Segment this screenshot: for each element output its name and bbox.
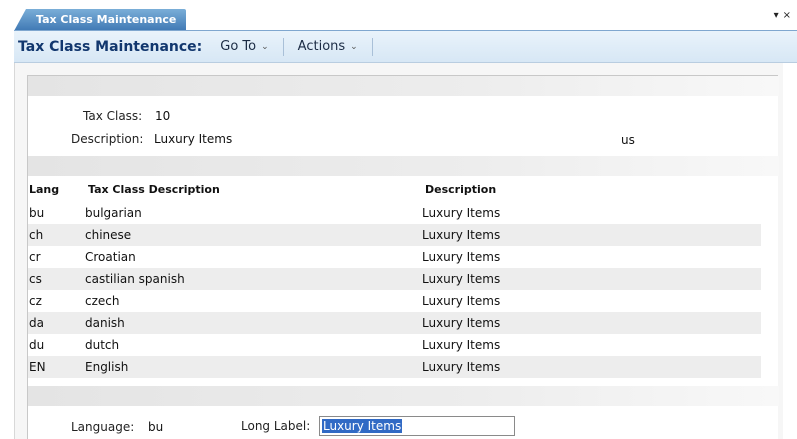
long-label-input[interactable]: Luxury Items — [319, 416, 515, 436]
close-icon[interactable]: × — [783, 10, 795, 21]
cell-tax-class-description: chinese — [85, 228, 132, 242]
cell-description: Luxury Items — [422, 338, 501, 352]
table-row[interactable]: cr Croatian Luxury Items — [28, 246, 761, 268]
toolbar-separator — [371, 37, 373, 56]
cell-tax-class-description: czech — [85, 294, 120, 308]
actions-menu[interactable]: Actions ⌄ — [298, 31, 372, 62]
window-controls: ▾× — [774, 10, 795, 21]
cell-lang: cz — [29, 294, 42, 308]
dropdown-arrow-icon[interactable]: ▾ — [774, 10, 783, 21]
section-band-middle — [28, 156, 779, 176]
cell-description: Luxury Items — [422, 272, 501, 286]
cell-lang: cr — [29, 250, 41, 264]
tab-tax-class-maintenance[interactable]: Tax Class Maintenance — [14, 9, 187, 31]
tax-class-label: Tax Class: — [83, 109, 143, 123]
cell-description: Luxury Items — [422, 228, 501, 242]
description-label: Description: — [71, 132, 144, 146]
cell-tax-class-description: bulgarian — [85, 206, 142, 220]
table-row[interactable]: du dutch Luxury Items — [28, 334, 761, 356]
column-header-description[interactable]: Description — [425, 183, 496, 196]
cell-tax-class-description: danish — [85, 316, 125, 330]
description-value: Luxury Items — [154, 132, 233, 146]
toolbar-separator — [282, 37, 284, 56]
language-value: bu — [148, 420, 164, 434]
header-language-code: us — [621, 133, 635, 147]
content-area: Tax Class: 10 Description: Luxury Items … — [27, 75, 779, 439]
cell-lang: da — [29, 316, 44, 330]
table-row[interactable]: bu bulgarian Luxury Items — [28, 202, 761, 224]
cell-description: Luxury Items — [422, 206, 501, 220]
table-row[interactable]: ch chinese Luxury Items — [28, 224, 761, 246]
cell-lang: du — [29, 338, 45, 352]
table-row[interactable]: cz czech Luxury Items — [28, 290, 761, 312]
cell-lang: ch — [29, 228, 44, 242]
chevron-down-icon: ⌄ — [261, 41, 269, 52]
cell-description: Luxury Items — [422, 360, 501, 374]
page-title: Tax Class Maintenance: — [18, 38, 203, 55]
actions-menu-label: Actions — [297, 39, 346, 54]
section-band-top — [28, 76, 779, 96]
chevron-down-icon: ⌄ — [350, 41, 358, 52]
cell-lang: cs — [29, 272, 42, 286]
language-label: Language: — [71, 420, 135, 434]
column-header-tax-class-description[interactable]: Tax Class Description — [88, 183, 220, 196]
goto-menu-label: Go To — [220, 39, 257, 54]
cell-tax-class-description: castilian spanish — [85, 272, 185, 286]
cell-description: Luxury Items — [422, 316, 501, 330]
long-label-label: Long Label: — [241, 419, 311, 433]
cell-lang: EN — [29, 360, 46, 374]
table-row[interactable]: da danish Luxury Items — [28, 312, 761, 334]
main-panel: Tax Class: 10 Description: Luxury Items … — [14, 63, 783, 439]
cell-tax-class-description: dutch — [85, 338, 120, 352]
tab-strip: Tax Class Maintenance ▾× — [0, 0, 797, 31]
cell-tax-class-description: English — [85, 360, 129, 374]
table-row[interactable]: EN English Luxury Items — [28, 356, 761, 378]
section-band-bottom — [28, 386, 779, 406]
goto-menu[interactable]: Go To ⌄ — [220, 31, 282, 62]
cell-description: Luxury Items — [422, 294, 501, 308]
tax-class-value: 10 — [155, 109, 171, 123]
app-window: Tax Class Maintenance ▾× Tax Class Maint… — [0, 0, 797, 439]
cell-tax-class-description: Croatian — [85, 250, 136, 264]
column-header-lang[interactable]: Lang — [29, 183, 59, 196]
cell-description: Luxury Items — [422, 250, 501, 264]
toolbar: Tax Class Maintenance: Go To ⌄ Actions ⌄ — [14, 31, 797, 63]
table-row[interactable]: cs castilian spanish Luxury Items — [28, 268, 761, 290]
long-label-selected-text: Luxury Items — [322, 419, 403, 433]
cell-lang: bu — [29, 206, 45, 220]
